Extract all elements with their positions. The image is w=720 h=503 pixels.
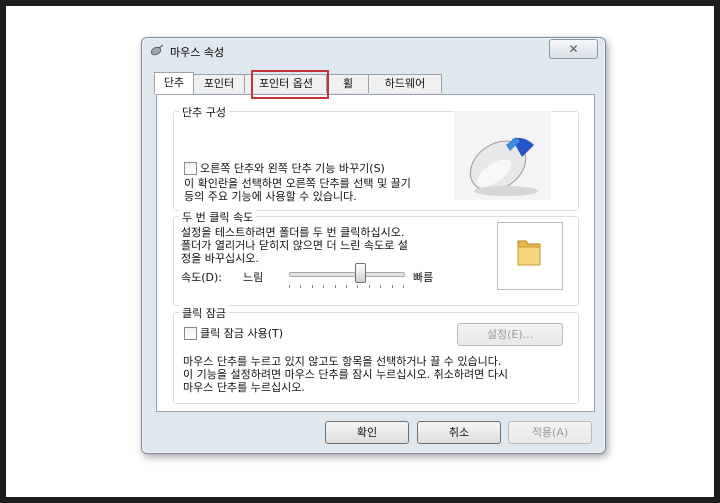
- window-title: 마우스 속성: [170, 46, 225, 59]
- folder-icon[interactable]: [516, 237, 542, 267]
- tab-wheel[interactable]: 휠: [326, 74, 370, 93]
- slow-label: 느림: [243, 271, 264, 284]
- title-bar: 마우스 속성 ✕: [142, 38, 605, 63]
- tab-hardware[interactable]: 하드웨어: [368, 74, 442, 93]
- slider-thumb[interactable]: [354, 263, 366, 283]
- button-config-desc-line1: 이 확인란을 선택하면 오른쪽 단추를 선택 및 끌기: [184, 177, 411, 190]
- slider-tick: [311, 285, 313, 288]
- double-click-desc-line3: 정을 바꾸십시오.: [181, 252, 259, 265]
- click-lock-desc-line2: 이 기능을 설정하려면 마우스 단추를 잠시 누르십시오. 취소하려면 다시: [183, 368, 508, 381]
- slider-tick: [357, 285, 359, 288]
- swap-buttons-checkbox[interactable]: [184, 162, 197, 175]
- click-lock-desc-line1: 마우스 단추를 누르고 있지 않고도 항목을 선택하거나 끌 수 있습니다.: [183, 355, 502, 368]
- slider-tick: [300, 285, 302, 288]
- click-lock-desc-line3: 마우스 단추를 누르십시오.: [183, 381, 305, 394]
- slider-tick: [380, 285, 382, 288]
- mouse-illustration: [454, 111, 551, 200]
- slider-tick: [391, 285, 393, 288]
- tab-strip: 단추 포인터 포인터 옵션 휠 하드웨어: [154, 72, 594, 94]
- tab-pointers[interactable]: 포인터: [192, 74, 246, 93]
- slider-tick: [289, 285, 290, 288]
- slider-tick: [368, 285, 370, 288]
- double-click-speed-slider[interactable]: [289, 272, 405, 277]
- swap-buttons-label[interactable]: 오른쪽 단추와 왼쪽 단추 기능 바꾸기(S): [200, 160, 385, 176]
- slider-tick: [323, 285, 325, 288]
- click-lock-settings-button[interactable]: 설정(E)...: [457, 323, 563, 346]
- slider-tick: [334, 285, 336, 288]
- button-config-desc-line2: 등의 주요 기능에 사용할 수 있습니다.: [184, 190, 357, 203]
- group-title: 단추 구성: [179, 104, 229, 120]
- tab-buttons[interactable]: 단추: [154, 72, 194, 94]
- close-button[interactable]: ✕: [549, 39, 598, 59]
- speed-label: 속도(D):: [181, 271, 222, 284]
- double-click-desc-line1: 설정을 테스트하려면 폴더를 두 번 클릭하십시오.: [181, 226, 405, 239]
- test-folder-area[interactable]: [497, 222, 563, 290]
- mouse-icon: [150, 44, 164, 56]
- mouse-properties-dialog: 마우스 속성 ✕ 단추 포인터 포인터 옵션 휠 하드웨어 단추 구성 오른쪽 …: [141, 37, 606, 454]
- click-lock-checkbox[interactable]: [184, 327, 197, 340]
- cancel-button[interactable]: 취소: [417, 421, 501, 444]
- apply-button[interactable]: 적용(A): [508, 421, 592, 444]
- double-click-desc-line2: 폴더가 열리거나 닫히지 않으면 더 느린 속도로 설: [181, 239, 408, 252]
- ok-button[interactable]: 확인: [325, 421, 409, 444]
- close-icon: ✕: [568, 42, 579, 56]
- slider-tick: [403, 285, 404, 288]
- fast-label: 빠름: [413, 271, 434, 284]
- group-title: 클릭 잠금: [179, 305, 229, 321]
- group-title: 두 번 클릭 속도: [179, 209, 257, 225]
- slider-tick: [346, 285, 347, 288]
- click-lock-label[interactable]: 클릭 잠금 사용(T): [200, 325, 283, 341]
- tab-panel: 단추 구성 오른쪽 단추와 왼쪽 단추 기능 바꾸기(S) 이 확인란을 선택하…: [156, 94, 595, 412]
- tab-pointer-options[interactable]: 포인터 옵션: [244, 74, 328, 93]
